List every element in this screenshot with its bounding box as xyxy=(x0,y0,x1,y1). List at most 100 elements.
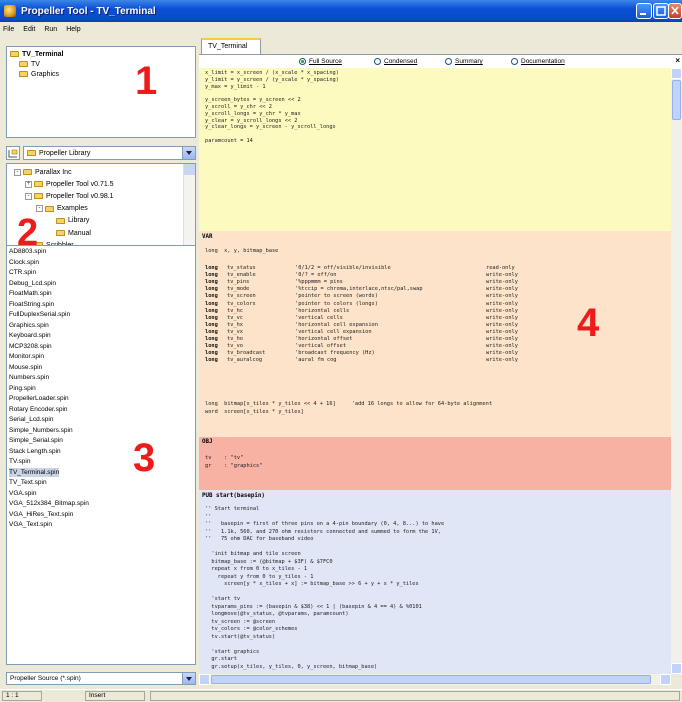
file-list-item[interactable]: MCP3208.spin xyxy=(9,342,52,351)
var-cell: write-only xyxy=(486,300,518,307)
editor-horizontal-scrollbar[interactable] xyxy=(199,674,671,685)
folder-icon xyxy=(10,51,19,57)
scroll-thumb[interactable] xyxy=(672,80,681,120)
var-cell: long xyxy=(205,321,218,328)
file-list-item[interactable]: Stack Length.spin xyxy=(9,447,61,456)
var-block: VAR long x, y, bitmap_base long tv_status… xyxy=(199,231,671,437)
radio-selected-icon xyxy=(299,58,306,65)
library-tree-item[interactable]: Library xyxy=(47,216,89,226)
scroll-left-button[interactable] xyxy=(199,674,210,685)
code-line: tv_screen := @screen xyxy=(205,618,276,625)
status-message xyxy=(150,691,680,701)
file-list-item[interactable]: PropellerLoader.spin xyxy=(9,394,69,403)
close-tab-icon[interactable]: × xyxy=(675,56,680,65)
library-dropdown[interactable]: Propeller Library xyxy=(23,146,196,160)
file-list-item[interactable]: FloatMath.spin xyxy=(9,289,52,298)
file-list-item[interactable]: Rotary Encoder.spin xyxy=(9,405,68,414)
maximize-button[interactable] xyxy=(653,3,669,19)
var-cell: tv_auralcog xyxy=(227,357,263,364)
menu-file[interactable]: File xyxy=(3,26,14,33)
collapse-icon[interactable]: - xyxy=(25,192,32,200)
file-list-item[interactable]: Mouse.spin xyxy=(9,363,42,372)
annotation-label-1: 1 xyxy=(135,59,158,103)
object-tree-child[interactable]: Graphics xyxy=(19,69,59,79)
con-block: x_limit = x_screen / (x_scale * x_spacin… xyxy=(199,68,671,231)
expand-icon[interactable]: + xyxy=(25,180,32,188)
object-tree-child[interactable]: TV xyxy=(19,59,40,69)
editor-vertical-scrollbar[interactable] xyxy=(671,68,682,674)
tab-tv-terminal[interactable]: TV_Terminal xyxy=(201,38,261,54)
file-list-item[interactable]: Simple_Serial.spin xyxy=(9,436,63,445)
file-list-item[interactable]: Debug_Lcd.spin xyxy=(9,279,56,288)
chevron-down-icon[interactable] xyxy=(182,673,195,684)
var-cell: write-only xyxy=(486,321,518,328)
scroll-thumb[interactable] xyxy=(211,675,651,684)
object-tree-root[interactable]: TV_Terminal xyxy=(10,49,64,59)
file-list-item[interactable]: Monitor.spin xyxy=(9,352,44,361)
minimize-button[interactable] xyxy=(636,3,652,19)
collapse-icon[interactable]: - xyxy=(14,168,21,176)
library-folder-button[interactable] xyxy=(6,146,20,160)
close-button[interactable] xyxy=(668,3,682,19)
view-radio-label: Condensed xyxy=(384,58,418,65)
file-list-item[interactable]: VGA.spin xyxy=(9,489,36,498)
view-radio-documentation[interactable]: Documentation xyxy=(511,58,565,65)
file-list-item[interactable]: VGA_512x384_Bitmap.spin xyxy=(9,499,89,508)
view-radio-condensed[interactable]: Condensed xyxy=(374,58,417,65)
library-tree-label: Manual xyxy=(68,229,91,237)
code-line: screen[y * x_tiles + x] := bitmap_base >… xyxy=(205,581,419,587)
file-filter-dropdown[interactable]: Propeller Source (*.spin) xyxy=(6,672,196,685)
view-radio-label: Documentation xyxy=(521,58,565,65)
file-list: AD8803.spin Clock.spin CTR.spin Debug_Lcd.s… xyxy=(6,245,196,665)
var-cell: 'pointer to colors (longs) xyxy=(295,300,378,307)
var-cell: long xyxy=(205,300,218,307)
library-tree-label: Propeller Tool v0.98.1 xyxy=(46,192,114,200)
file-list-item[interactable]: VGA_HiRes_Text.spin xyxy=(9,510,73,519)
file-list-item[interactable]: Ping.spin xyxy=(9,384,36,393)
var-cell: write-only xyxy=(486,336,518,342)
file-list-item[interactable]: FloatString.spin xyxy=(9,300,54,309)
library-tree-item[interactable]: - Parallax Inc xyxy=(14,167,72,177)
scroll-up-button[interactable] xyxy=(184,164,195,175)
var-cell: write-only xyxy=(486,328,518,335)
view-radio-full-source[interactable]: Full Source xyxy=(299,58,342,65)
view-mode-bar: Full Source Condensed Summary Documentat… xyxy=(199,54,682,69)
scroll-right-button[interactable] xyxy=(660,674,671,685)
library-tree-item[interactable]: Manual xyxy=(47,228,91,238)
scroll-up-button[interactable] xyxy=(671,68,682,79)
library-tree-item[interactable]: - Propeller Tool v0.98.1 xyxy=(25,191,114,201)
chevron-down-icon[interactable] xyxy=(182,147,195,159)
menu-edit[interactable]: Edit xyxy=(23,26,35,33)
file-list-item[interactable]: Numbers.spin xyxy=(9,373,49,382)
code-line: longmove(@tv_status, @tvparams, paramcou… xyxy=(205,611,349,617)
file-list-item[interactable]: AD8803.spin xyxy=(9,247,46,256)
folder-icon xyxy=(23,169,32,175)
view-radio-summary[interactable]: Summary xyxy=(445,58,483,65)
file-list-item[interactable]: Simple_Numbers.spin xyxy=(9,426,73,435)
file-list-item[interactable]: FullDuplexSerial.spin xyxy=(9,310,70,319)
code-editor[interactable]: x_limit = x_screen / (x_scale * x_spacin… xyxy=(199,68,671,674)
file-list-item[interactable]: VGA_Text.spin xyxy=(9,520,52,529)
file-list-item[interactable]: Keyboard.spin xyxy=(9,331,51,340)
folder-icon xyxy=(34,181,43,188)
menu-run[interactable]: Run xyxy=(44,26,57,33)
library-tree-item[interactable]: - Examples xyxy=(36,204,88,214)
file-list-item[interactable]: TV_Terminal.spin xyxy=(9,467,60,477)
file-list-item[interactable]: TV.spin xyxy=(9,457,30,466)
var-cell: long xyxy=(205,314,218,321)
var-cell: long xyxy=(205,343,218,350)
code-line: bitmap_base := (@bitmap + $3F) & $7FC0 xyxy=(205,558,333,565)
file-list-item[interactable]: Graphics.spin xyxy=(9,321,49,330)
file-list-item[interactable]: TV_Text.spin xyxy=(9,478,47,487)
code-line: y_max = y_limit - 1 xyxy=(205,83,266,90)
file-list-item[interactable]: Serial_Lcd.spin xyxy=(9,415,53,424)
menu-help[interactable]: Help xyxy=(66,26,80,33)
title-bar: Propeller Tool - TV_Terminal xyxy=(0,0,682,22)
file-list-item[interactable]: Clock.spin xyxy=(9,258,39,267)
editor-panel: TV_Terminal Full Source Condensed Summar… xyxy=(199,36,682,689)
library-selector-row: Propeller Library xyxy=(6,146,196,160)
library-tree-item[interactable]: + Propeller Tool v0.71.5 xyxy=(25,179,114,189)
pub-block: PUB start(basepin) '' Start terminal '' ''… xyxy=(199,490,671,674)
file-list-item[interactable]: CTR.spin xyxy=(9,268,36,277)
scroll-down-button[interactable] xyxy=(671,663,682,674)
